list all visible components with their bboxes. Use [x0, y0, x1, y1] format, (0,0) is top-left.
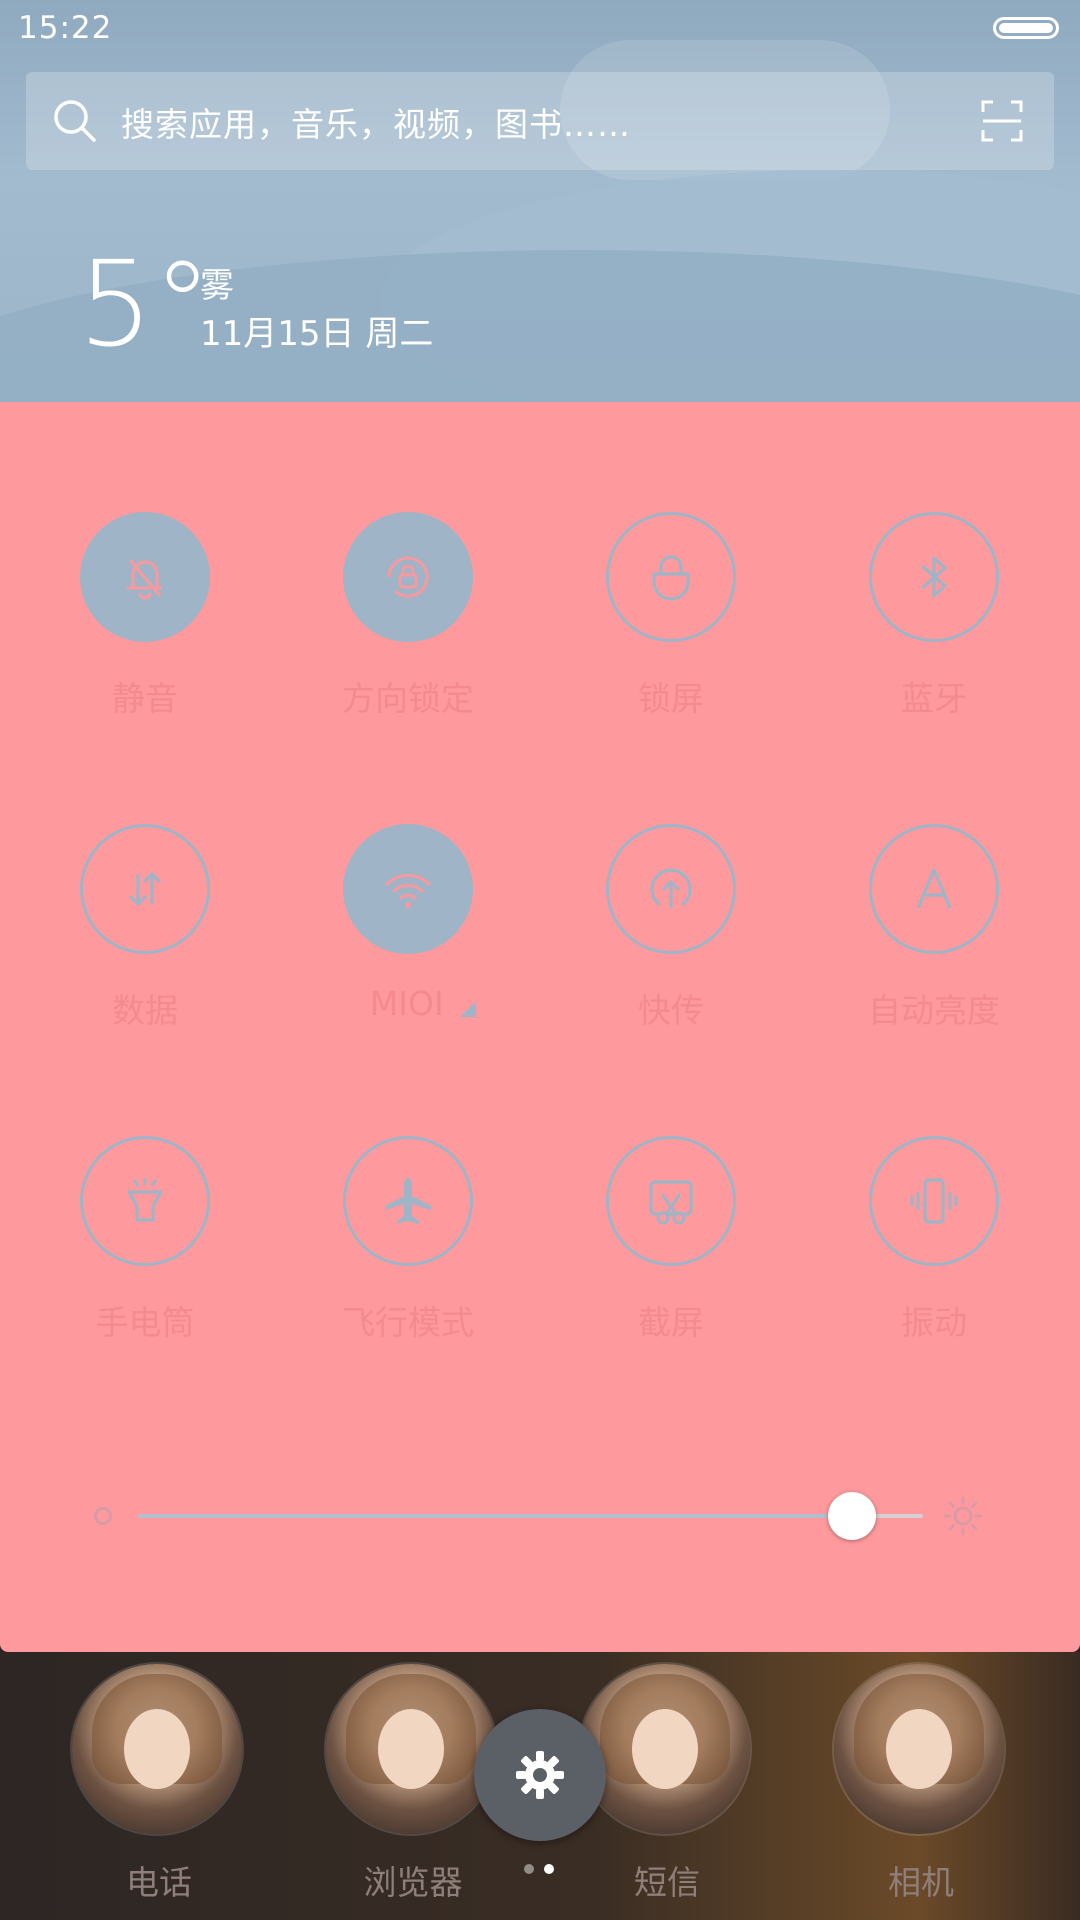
page-dot [524, 1864, 534, 1874]
tile-screenshot[interactable]: 截屏 [581, 1136, 761, 1356]
rotation-lock-icon [387, 556, 429, 598]
bluetooth-icon [920, 556, 947, 598]
tile-wifi[interactable]: MIOI [318, 824, 498, 1044]
search-bar[interactable]: 搜索应用，音乐，视频，图书…… [26, 72, 1054, 170]
tile-label: 锁屏 [638, 679, 704, 718]
tile-lock-screen-toggle[interactable] [606, 512, 736, 642]
brightness-low-icon [94, 1507, 112, 1525]
brightness-thumb[interactable] [828, 1492, 877, 1540]
brightness-slider[interactable] [90, 1487, 1010, 1547]
tile-vibrate[interactable]: 振动 [844, 1136, 1024, 1356]
tile-lock-screen[interactable]: 锁屏 [581, 512, 761, 732]
tile-mobile-data-toggle[interactable] [80, 824, 210, 954]
app-label: 短信 [634, 1863, 700, 1902]
wifi-icon [385, 873, 431, 908]
data-arrows-icon [128, 871, 162, 907]
tile-label: 数据 [112, 991, 178, 1030]
triangle-expand-icon[interactable] [460, 1001, 477, 1017]
vibrate-icon [910, 1178, 958, 1224]
tile-wifi-toggle[interactable] [343, 824, 473, 954]
lock-icon [652, 555, 690, 601]
tile-rotation-lock-toggle[interactable] [343, 512, 473, 642]
tile-rotation-lock[interactable]: 方向锁定 [318, 512, 498, 732]
app-label: 浏览器 [363, 1863, 463, 1902]
gear-icon [516, 1751, 564, 1799]
weather-temperature: 5° [78, 235, 213, 373]
brightness-track[interactable] [138, 1514, 923, 1518]
tile-bluetooth[interactable]: 蓝牙 [844, 512, 1024, 732]
wifi-network-name: MIOI [369, 984, 444, 1023]
settings-button[interactable] [474, 1709, 606, 1841]
app-label: 电话 [126, 1863, 192, 1902]
bell-off-icon [126, 558, 162, 600]
app-messages-icon[interactable] [580, 1664, 750, 1834]
app-camera[interactable]: 相机 [826, 1660, 1006, 1910]
app-phone-icon[interactable] [72, 1664, 242, 1834]
auto-brightness-icon [916, 868, 952, 909]
tile-label: 截屏 [638, 1303, 704, 1342]
tile-silent-toggle[interactable] [80, 512, 210, 642]
tile-label: MIOI [318, 984, 528, 1023]
tile-label: 振动 [901, 1303, 967, 1342]
screenshot-icon [649, 1180, 693, 1225]
brightness-fill [138, 1514, 853, 1518]
upload-icon [650, 868, 692, 908]
tile-label: 快传 [638, 991, 704, 1030]
tile-label: 飞行模式 [342, 1303, 474, 1342]
tile-label: 手电筒 [95, 1303, 195, 1342]
app-camera-icon[interactable] [834, 1664, 1004, 1834]
tile-flashlight[interactable]: 手电筒 [55, 1136, 235, 1356]
airplane-icon [385, 1178, 431, 1224]
tile-auto-brightness[interactable]: 自动亮度 [844, 824, 1024, 1044]
search-icon [54, 100, 96, 142]
tile-label: 蓝牙 [901, 679, 967, 718]
tile-auto-brightness-toggle[interactable] [869, 824, 999, 954]
notification-header: 15:22 搜索应用，音乐，视频，图书…… 5° 雾 11月15日 周二 [0, 0, 1080, 402]
flashlight-icon [127, 1178, 163, 1222]
tile-airplane-mode[interactable]: 飞行模式 [318, 1136, 498, 1356]
page-dot-active [544, 1864, 554, 1874]
app-browser-icon[interactable] [326, 1664, 496, 1834]
tile-silent[interactable]: 静音 [55, 512, 235, 732]
tile-mobile-data[interactable]: 数据 [55, 824, 235, 1044]
tile-bluetooth-toggle[interactable] [869, 512, 999, 642]
tile-screenshot-toggle[interactable] [606, 1136, 736, 1266]
app-browser[interactable]: 浏览器 [318, 1660, 498, 1910]
battery-icon [993, 17, 1059, 39]
page-indicator [524, 1864, 564, 1876]
app-phone[interactable]: 电话 [64, 1660, 244, 1910]
tile-quick-transfer-toggle[interactable] [606, 824, 736, 954]
weather-condition: 雾 [200, 266, 234, 306]
tile-airplane-mode-toggle[interactable] [343, 1136, 473, 1266]
brightness-high-icon [943, 1496, 983, 1536]
tile-quick-transfer[interactable]: 快传 [581, 824, 761, 1044]
search-input[interactable]: 搜索应用，音乐，视频，图书…… [121, 98, 631, 146]
weather-date: 11月15日 周二 [200, 314, 434, 354]
tile-flashlight-toggle[interactable] [80, 1136, 210, 1266]
status-time: 15:22 [18, 10, 113, 46]
quick-settings-panel: 静音 方向锁定 锁屏 蓝牙 数据 MIOI 快传 自动亮度 手电筒 飞行模式 截… [0, 402, 1080, 1652]
tile-label: 自动亮度 [868, 991, 1000, 1030]
tile-vibrate-toggle[interactable] [869, 1136, 999, 1266]
tile-label: 方向锁定 [342, 679, 474, 718]
tile-label: 静音 [112, 679, 178, 718]
app-label: 相机 [888, 1863, 954, 1902]
scan-icon[interactable] [981, 100, 1023, 142]
